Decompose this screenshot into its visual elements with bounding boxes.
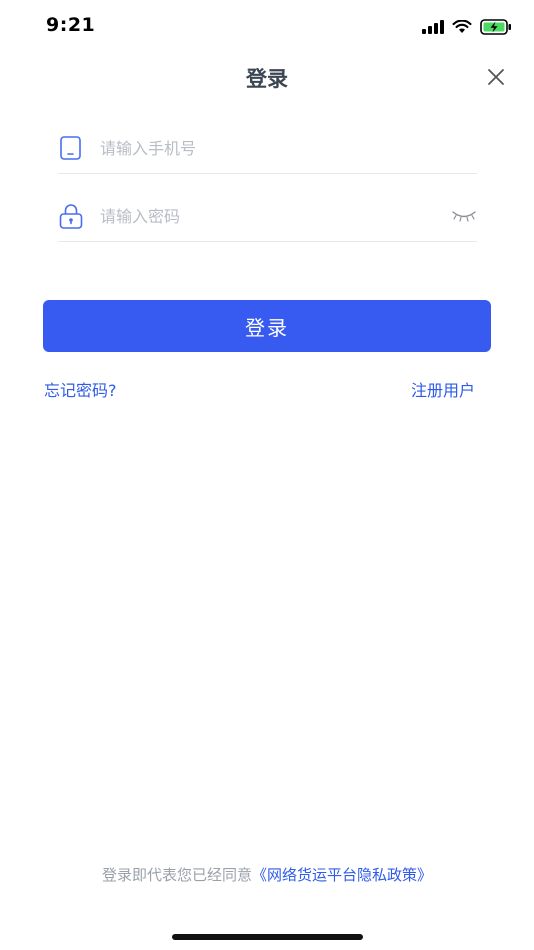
phone-input[interactable] <box>100 134 430 162</box>
close-icon[interactable] <box>484 65 508 89</box>
login-button[interactable]: 登录 <box>43 300 491 352</box>
phone-icon <box>60 136 81 160</box>
agreement-prefix: 登录即代表您已经同意 <box>101 866 252 884</box>
status-icons <box>422 18 512 36</box>
page-title: 登录 <box>246 67 288 91</box>
register-link[interactable]: 注册用户 <box>411 377 475 401</box>
battery-charging-icon <box>480 19 511 35</box>
status-time: 9:21 <box>46 14 96 36</box>
privacy-policy-link[interactable]: 《网络货运平台隐私政策》 <box>252 866 432 884</box>
password-field <box>58 188 477 242</box>
wifi-icon <box>452 20 472 33</box>
home-indicator[interactable] <box>172 934 363 940</box>
eye-closed-icon[interactable] <box>451 208 477 224</box>
close-button[interactable] <box>484 65 508 89</box>
lock-icon <box>59 204 83 229</box>
password-input[interactable] <box>100 202 430 230</box>
cellular-signal-icon <box>422 20 444 34</box>
phone-field <box>58 120 477 174</box>
forgot-password-link[interactable]: 忘记密码? <box>44 377 117 401</box>
status-bar: 9:21 <box>0 0 534 52</box>
agreement-text: 登录即代表您已经同意《网络货运平台隐私政策》 <box>0 864 534 885</box>
